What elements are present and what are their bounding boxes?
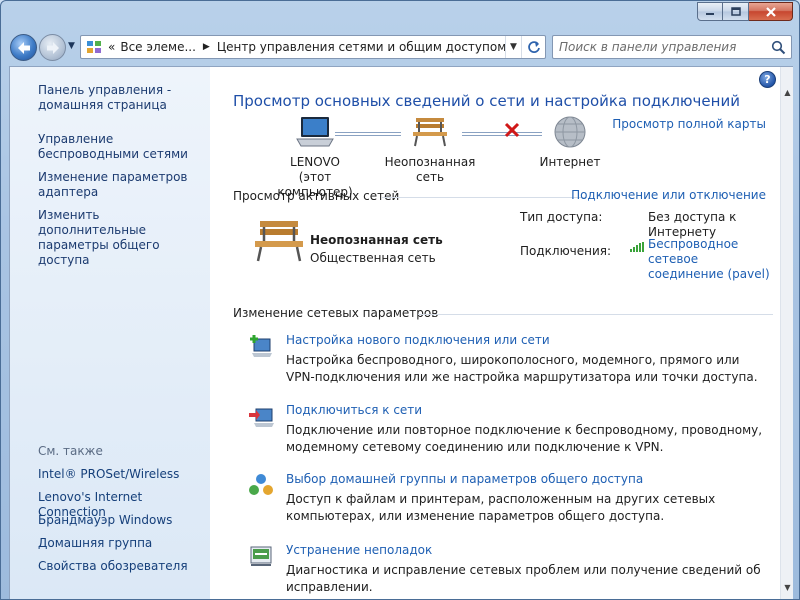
caption-buttons xyxy=(697,2,793,21)
full-map-link[interactable]: Просмотр полной карты xyxy=(612,117,766,131)
close-icon xyxy=(765,6,776,17)
breadcrumb-item-network-center[interactable]: Центр управления сетями и общим доступом xyxy=(217,40,506,54)
access-type-label: Тип доступа: xyxy=(520,210,603,224)
see-also-internet-options[interactable]: Свойства обозревателя xyxy=(38,559,208,574)
network-name-map: Неопознанная сеть xyxy=(384,155,476,184)
connect-network-icon xyxy=(249,408,274,427)
search-icon[interactable] xyxy=(771,40,786,55)
minimize-button[interactable] xyxy=(697,2,723,21)
heading-rule xyxy=(382,197,587,198)
bench-icon xyxy=(413,118,447,147)
scroll-down-icon[interactable]: ▼ xyxy=(782,580,793,594)
wireless-signal-icon xyxy=(630,242,644,252)
task-new-connection-link[interactable]: Настройка нового подключения или сети xyxy=(286,333,550,347)
breadcrumb-item-all[interactable]: Все элеме... xyxy=(120,40,196,54)
heading-rule xyxy=(418,314,773,315)
main-content: Просмотр основных сведений о сети и наст… xyxy=(210,67,780,599)
address-dropdown-button[interactable]: ▼ xyxy=(505,36,521,58)
refresh-button[interactable] xyxy=(521,36,545,58)
sidebar: Панель управления - домашняя страница Уп… xyxy=(10,67,210,599)
map-node-computer[interactable]: LENOVO (этот компьютер) xyxy=(260,115,370,200)
vertical-scrollbar[interactable]: ▲ ▼ xyxy=(780,67,793,599)
see-also-homegroup[interactable]: Домашняя группа xyxy=(38,536,208,551)
task-homegroup-link[interactable]: Выбор домашней группы и параметров общег… xyxy=(286,472,643,486)
globe-icon xyxy=(554,116,586,148)
sidebar-link-adapter-settings[interactable]: Изменение параметров адаптера xyxy=(38,170,208,200)
wireless-connection-link[interactable]: Беспроводное сетевое соединение (pavel) xyxy=(648,237,773,282)
task-connect-network-desc: Подключение или повторное подключение к … xyxy=(286,423,763,454)
client-area: Панель управления - домашняя страница Уп… xyxy=(9,66,793,599)
control-panel-icon xyxy=(87,41,101,53)
navigation-bar: ▼ « Все элеме... ▶ Центр управления сетя… xyxy=(1,29,799,65)
back-arrow-icon xyxy=(17,41,30,54)
page-title: Просмотр основных сведений о сети и наст… xyxy=(233,92,740,110)
see-also-firewall[interactable]: Брандмауэр Windows xyxy=(38,513,208,528)
task-homegroup-desc: Доступ к файлам и принтерам, расположенн… xyxy=(286,492,716,523)
computer-icon xyxy=(296,117,334,147)
task-new-connection-desc: Настройка беспроводного, широкополосного… xyxy=(286,353,758,384)
window: ▼ « Все элеме... ▶ Центр управления сетя… xyxy=(0,0,800,600)
see-also-intel-proset[interactable]: Intel® PROSet/Wireless xyxy=(38,467,208,482)
change-settings-heading: Изменение сетевых параметров xyxy=(233,306,439,320)
task-connect-network-link[interactable]: Подключиться к сети xyxy=(286,403,422,417)
active-network-name: Неопознанная сеть xyxy=(310,233,443,247)
internet-label: Интернет xyxy=(539,155,601,169)
troubleshoot-icon xyxy=(250,546,272,566)
search-box[interactable] xyxy=(552,35,792,59)
forward-button[interactable] xyxy=(39,34,66,61)
bench-icon xyxy=(255,221,303,262)
scroll-up-icon[interactable]: ▲ xyxy=(782,85,793,99)
sidebar-link-manage-wireless[interactable]: Управление беспроводными сетями xyxy=(38,132,208,162)
homegroup-icon xyxy=(249,474,273,495)
connections-label: Подключения: xyxy=(520,244,612,258)
task-troubleshoot-link[interactable]: Устранение неполадок xyxy=(286,543,432,557)
map-node-network[interactable]: Неопознанная сеть xyxy=(370,115,490,185)
sidebar-link-advanced-sharing[interactable]: Изменить дополнительные параметры общего… xyxy=(38,208,208,268)
see-also-heading: См. также xyxy=(38,444,103,458)
breadcrumb-overflow[interactable]: « xyxy=(108,40,115,54)
connect-disconnect-link[interactable]: Подключение или отключение xyxy=(571,188,766,202)
forward-arrow-icon xyxy=(46,41,59,54)
minimize-icon xyxy=(706,12,714,15)
close-button[interactable] xyxy=(749,2,793,21)
task-troubleshoot-desc: Диагностика и исправление сетевых пробле… xyxy=(286,563,761,594)
recent-pages-dropdown[interactable]: ▼ xyxy=(68,41,75,51)
sidebar-link-control-panel-home[interactable]: Панель управления - домашняя страница xyxy=(38,83,208,113)
breadcrumb-separator-icon[interactable]: ▶ xyxy=(203,42,210,52)
back-button[interactable] xyxy=(10,34,37,61)
map-node-internet[interactable]: Интернет xyxy=(515,115,625,170)
maximize-icon xyxy=(730,7,741,16)
help-icon[interactable]: ? xyxy=(759,71,776,88)
active-networks-heading: Просмотр активных сетей xyxy=(233,189,400,203)
computer-name: LENOVO xyxy=(290,155,340,169)
maximize-button[interactable] xyxy=(723,2,749,21)
refresh-icon xyxy=(527,41,540,53)
new-connection-icon xyxy=(250,335,272,357)
access-type-value: Без доступа к Интернету xyxy=(648,210,737,239)
network-category[interactable]: Общественная сеть xyxy=(310,251,436,265)
search-input[interactable] xyxy=(559,37,769,57)
address-bar[interactable]: « Все элеме... ▶ Центр управления сетями… xyxy=(80,35,546,59)
